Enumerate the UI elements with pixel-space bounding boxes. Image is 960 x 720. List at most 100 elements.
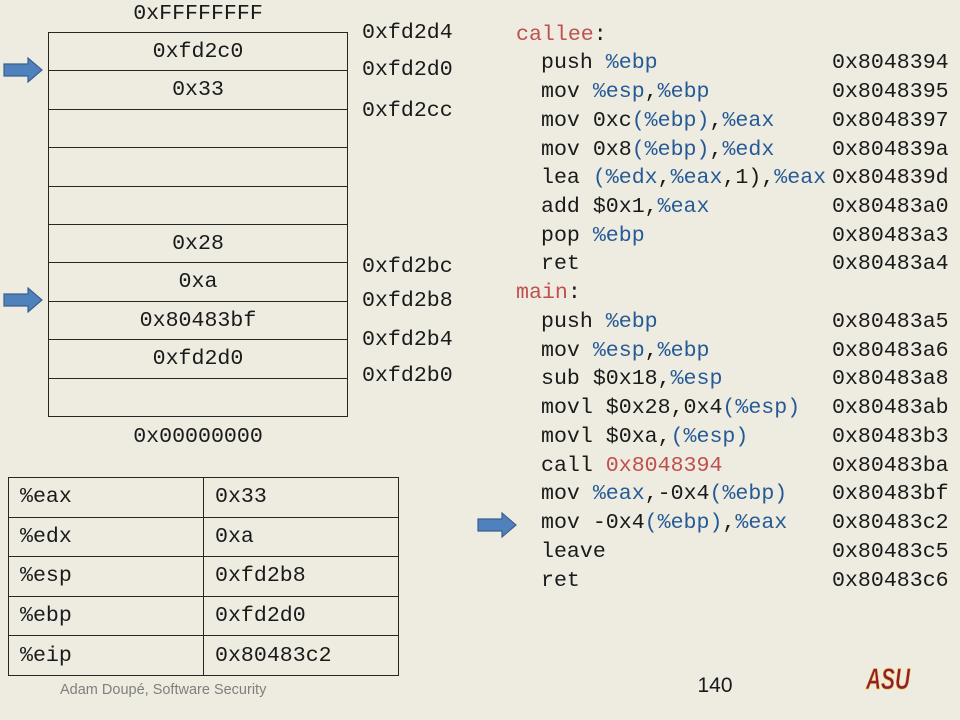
register-row: %eax 0x33 [9, 478, 398, 517]
stack-slot: 0xfd2c0 [152, 39, 244, 64]
register-token: %ebp [605, 309, 658, 334]
code-token: mov -0x4 [541, 511, 645, 536]
code-token: movl $0x28,0x4 [541, 396, 723, 421]
asu-logo-lettering: ASU [865, 663, 911, 692]
instruction-text: sub $0x18,%esp [541, 365, 722, 394]
register-token: %eax [774, 166, 827, 191]
code-token: leave [541, 539, 606, 564]
stack-slot [49, 147, 347, 185]
instruction-address: 0x8048395 [832, 80, 949, 105]
register-name: %esp [9, 557, 204, 596]
stack-low-address-label: 0x00000000 [133, 425, 263, 449]
instruction-text: ret [541, 250, 580, 279]
stack-slot: 0xa [49, 262, 347, 300]
code-section-label: main: [516, 279, 956, 308]
instruction-text: pop %ebp [541, 222, 645, 251]
instruction-text: call 0x8048394 [541, 452, 722, 481]
eip-pointer-arrow [477, 512, 517, 538]
register-token: %eax [592, 482, 645, 507]
code-token: , [722, 511, 736, 536]
footer-credit: Adam Doupé, Software Security [60, 682, 267, 698]
stack-address-label: 0xfd2b8 [362, 289, 453, 313]
instruction-address: 0x80483a0 [832, 195, 949, 219]
code-token: lea [541, 166, 593, 191]
register-token: (%esp) [722, 396, 801, 421]
register-row: %edx 0xa [9, 516, 398, 557]
register-name: %ebp [9, 596, 204, 636]
instruction-address: 0x804839d [832, 166, 949, 191]
code-line: ret 0x80483a4 [516, 250, 956, 279]
code-token: pop [541, 223, 593, 248]
register-token: %ebp [657, 80, 710, 105]
register-token: (%esp) [670, 424, 749, 449]
register-token: %eax [657, 195, 710, 219]
code-token: : [567, 281, 581, 306]
register-value: 0x80483c2 [215, 643, 332, 668]
code-line: push %ebp 0x8048394 [516, 49, 956, 78]
code-token: ret [541, 568, 580, 593]
code-token: mov [541, 338, 593, 363]
instruction-address: 0x80483b3 [832, 424, 949, 449]
code-line: mov 0x8(%ebp),%edx 0x804839a [516, 136, 956, 165]
stack-slot: 0xfd2d0 [49, 339, 347, 377]
code-token: push [541, 51, 606, 76]
instruction-address: 0x80483a5 [832, 309, 949, 334]
stack-slot: 0x80483bf [49, 300, 347, 339]
stack-slot: 0x33 [49, 70, 347, 108]
register-name: %eax [9, 478, 204, 517]
code-line: call 0x8048394 0x80483ba [516, 452, 956, 481]
slide: 0xFFFFFFFF 0xfd2c0 0x33 0x28 0xa 0x80483… [0, 0, 960, 720]
code-line: mov 0xc(%ebp),%eax 0x8048397 [516, 107, 956, 136]
stack-slot [49, 377, 347, 416]
code-line: ret 0x80483c6 [516, 567, 956, 596]
instruction-text: movl $0x28,0x4(%esp) [541, 394, 800, 423]
code-token: , [657, 166, 671, 191]
register-row: %esp 0xfd2b8 [9, 556, 398, 596]
code-line: movl $0x28,0x4(%esp) 0x80483ab [516, 394, 956, 423]
esp-pointer-arrow [3, 287, 43, 313]
stack-address-label: 0xfd2d4 [362, 21, 453, 45]
instruction-address: 0x80483ab [832, 396, 949, 421]
code-token: , [709, 137, 723, 162]
instruction-address: 0x804839a [832, 137, 949, 162]
register-token: %esp [592, 80, 645, 105]
code-line: mov %esp,%ebp 0x80483a6 [516, 337, 956, 366]
register-value: 0x33 [215, 485, 267, 510]
register-token: %eax [670, 166, 723, 191]
stack-slot: 0x28 [49, 224, 347, 262]
register-token: %ebp [592, 223, 645, 248]
register-value: 0xfd2d0 [215, 604, 306, 629]
register-table: %eax 0x33 %edx 0xa %esp 0xfd2b8 %ebp 0xf… [8, 477, 399, 676]
stack-diagram: 0xfd2c0 0x33 0x28 0xa 0x80483bf 0xfd2d0 [48, 32, 348, 417]
code-line: mov %eax,-0x4(%ebp) 0x80483bf [516, 480, 956, 509]
instruction-text: mov %eax,-0x4(%ebp) [541, 480, 787, 509]
code-token: mov [541, 80, 593, 105]
register-token: (%ebp) [644, 511, 723, 536]
instruction-text: mov 0x8(%ebp),%edx [541, 136, 774, 165]
code-token: ,-0x4 [644, 482, 710, 507]
register-row: %eip 0x80483c2 [9, 635, 398, 675]
code-line: lea (%edx,%eax,1),%eax 0x804839d [516, 164, 956, 193]
register-name: %eip [9, 636, 204, 675]
register-token: %edx [722, 137, 775, 162]
instruction-text: push %ebp [541, 308, 658, 337]
instruction-address: 0x80483a4 [832, 252, 949, 277]
instruction-address: 0x80483c2 [832, 511, 949, 536]
code-listing: callee: push %ebp 0x8048394 mov %esp,%ebp 0x… [516, 21, 956, 596]
instruction-address: 0x80483a3 [832, 223, 949, 248]
code-token: , [709, 108, 723, 133]
code-section-label: callee: [516, 21, 956, 50]
instruction-text: push %ebp [541, 49, 658, 78]
asu-logo: ASU [865, 663, 911, 692]
instruction-address: 0x80483c6 [832, 568, 949, 593]
instruction-text: mov 0xc(%ebp),%eax [541, 107, 774, 136]
instruction-text: add $0x1,%eax [541, 193, 709, 222]
register-value: 0xfd2b8 [215, 564, 306, 589]
stack-address-label: 0xfd2cc [362, 99, 453, 123]
register-token: (%edx [592, 166, 658, 191]
stack-address-label: 0xfd2b4 [362, 328, 453, 352]
stack-address-label: 0xfd2b0 [362, 364, 453, 388]
code-line: pop %ebp 0x80483a3 [516, 222, 956, 251]
label-token: callee [516, 22, 594, 47]
label-token: 0x8048394 [605, 453, 723, 478]
